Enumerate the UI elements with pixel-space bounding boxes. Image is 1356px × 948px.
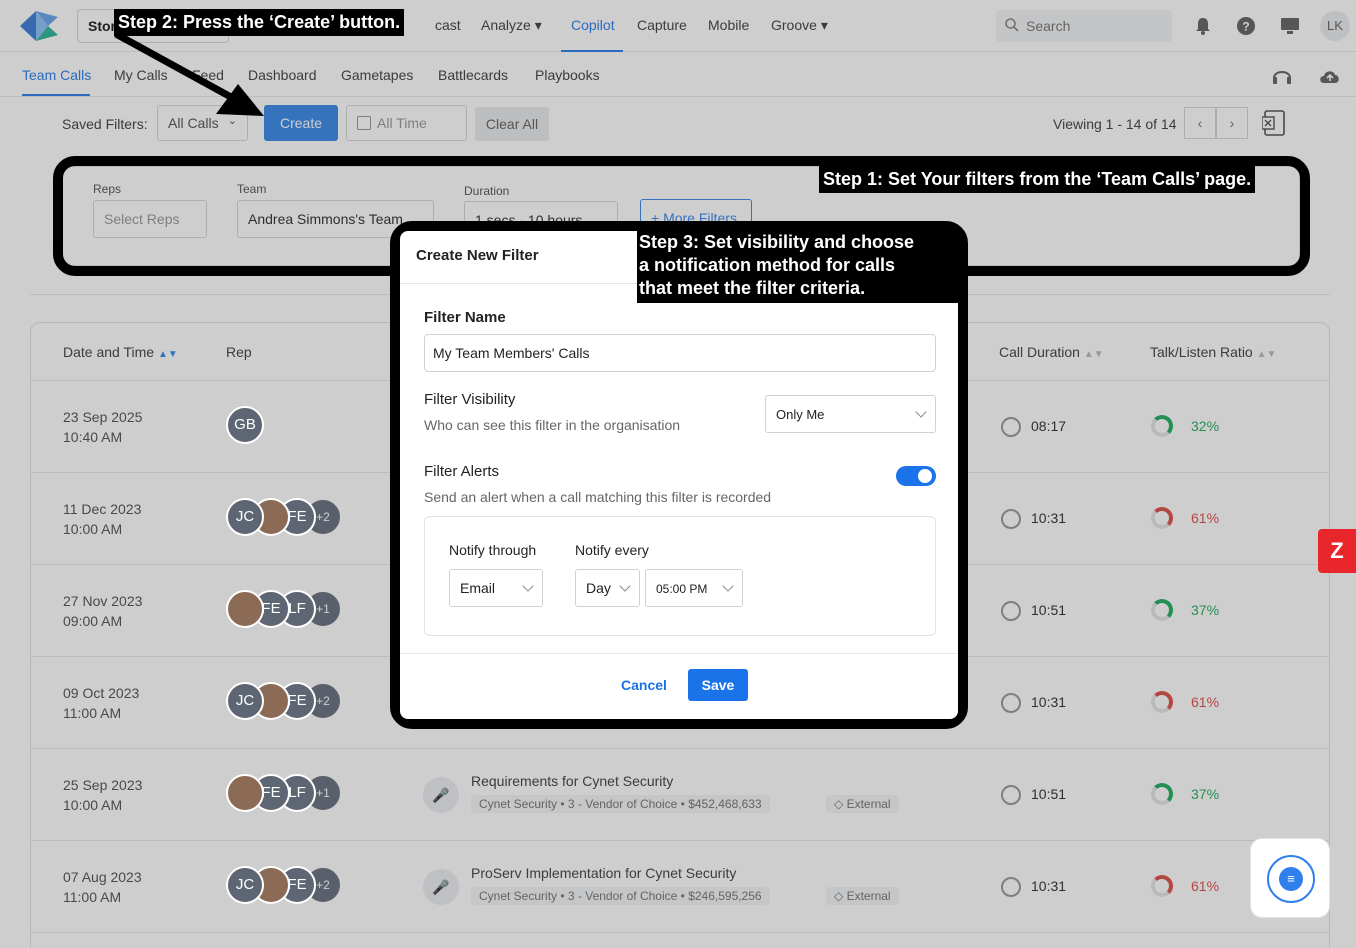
step3-line-1: Step 3: Set visibility and choose — [639, 232, 915, 252]
notify-every-label: Notify every — [575, 542, 649, 558]
filter-alerts-label: Filter Alerts — [424, 463, 500, 480]
modal-title: Create New Filter — [416, 247, 539, 264]
floating-menu-button[interactable]: ≡ — [1250, 838, 1330, 918]
list-icon-dot: ≡ — [1279, 867, 1303, 891]
chevron-down-icon — [722, 580, 734, 592]
list-icon: ≡ — [1267, 855, 1315, 903]
filter-visibility-description: Who can see this filter in the organisat… — [424, 417, 681, 433]
step1-annotation: Step 1: Set Your filters from the ‘Team … — [819, 166, 1256, 193]
rep-avatar[interactable]: GB — [226, 406, 264, 444]
notify-through-label: Notify through — [449, 542, 537, 558]
step3-line-2: a notification method for calls — [639, 255, 896, 275]
filter-alerts-toggle[interactable] — [896, 466, 936, 486]
notify-through-dropdown[interactable]: Email — [449, 569, 543, 607]
step3-annotation: Step 3: Set visibility and choose a noti… — [637, 231, 958, 303]
notify-through-value: Email — [460, 580, 496, 596]
chevron-down-icon — [915, 406, 927, 418]
notify-every-dropdown[interactable]: Day — [575, 569, 640, 607]
filter-name-label: Filter Name — [424, 309, 506, 326]
create-filter-modal: Create New Filter Filter Name Filter Vis… — [400, 231, 958, 719]
rep-avatar[interactable]: JC — [226, 498, 264, 536]
visibility-dropdown[interactable]: Only Me — [765, 395, 936, 433]
notify-settings-box: Notify through Notify every Email Day 05… — [424, 516, 936, 636]
rep-avatar[interactable]: JC — [226, 866, 264, 904]
save-button[interactable]: Save — [688, 669, 748, 701]
notify-time-dropdown[interactable]: 05:00 PM — [645, 569, 743, 607]
modal-footer-divider — [400, 653, 958, 654]
rep-avatar[interactable] — [226, 590, 264, 628]
toggle-knob — [918, 469, 932, 483]
step3-line-3: that meet the filter criteria. — [639, 278, 866, 298]
chevron-down-icon — [619, 580, 631, 592]
zoominfo-badge-icon[interactable]: Z — [1318, 529, 1356, 573]
notify-time-value: 05:00 PM — [656, 582, 708, 596]
visibility-value: Only Me — [776, 407, 825, 422]
rep-avatar[interactable] — [226, 774, 264, 812]
rep-avatar[interactable]: JC — [226, 682, 264, 720]
filter-name-input[interactable] — [424, 334, 936, 372]
notify-every-value: Day — [586, 580, 611, 596]
filter-alerts-description: Send an alert when a call matching this … — [424, 489, 772, 505]
filter-visibility-label: Filter Visibility — [424, 391, 516, 408]
cancel-button[interactable]: Cancel — [610, 669, 678, 701]
chevron-down-icon — [522, 580, 534, 592]
arrow-icon — [114, 30, 264, 116]
